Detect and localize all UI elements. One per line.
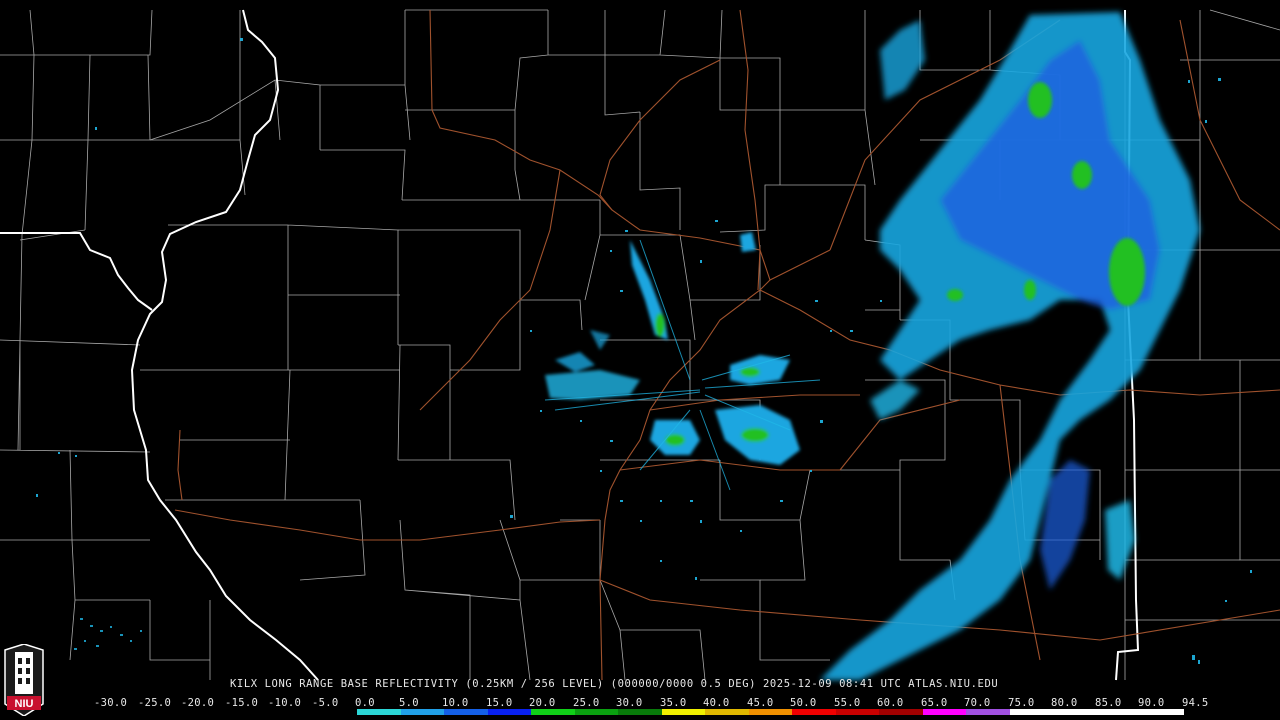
- scale-label: 30.0: [616, 697, 643, 709]
- scale-label: 70.0: [964, 697, 991, 709]
- scale-label: 0.0: [355, 697, 375, 709]
- scale-label: 90.0: [1138, 697, 1165, 709]
- scale-label: 10.0: [442, 697, 469, 709]
- scale-label: -20.0: [181, 697, 215, 709]
- scale-label: 85.0: [1095, 697, 1122, 709]
- colorbar-segment: [400, 709, 445, 715]
- scale-labels: -30.0 -25.0 -20.0 -15.0 -10.0 -5.0 0.0 5.0 10.0 1…: [94, 697, 1208, 709]
- scale-label: 15.0: [486, 697, 513, 709]
- colorbar-segment: [226, 709, 271, 715]
- scale-label: -10.0: [268, 697, 302, 709]
- colorbar-segment: [574, 709, 619, 715]
- colorbar-segment: [705, 709, 749, 715]
- scale-label: 40.0: [703, 697, 730, 709]
- scale-label: 25.0: [573, 697, 600, 709]
- scale-label: 20.0: [529, 697, 556, 709]
- logo-text: NIU: [15, 698, 34, 710]
- colorbar-segment: [444, 709, 488, 715]
- scale-label: 80.0: [1051, 697, 1078, 709]
- colorbar-segment: [661, 709, 706, 715]
- scale-label: -15.0: [225, 697, 259, 709]
- scale-label: 60.0: [877, 697, 904, 709]
- colorbar-segment: [357, 709, 401, 715]
- radar-map: [0, 9, 1280, 681]
- scale-label: -5.0: [312, 697, 339, 709]
- scale-label: 55.0: [834, 697, 861, 709]
- colorbar-segment: [487, 709, 532, 715]
- colorbar-segment: [270, 709, 314, 715]
- colorbar-segment: [879, 709, 923, 715]
- radar-caption: KILX LONG RANGE BASE REFLECTIVITY (0.25K…: [230, 678, 999, 690]
- radar-echoes: [36, 12, 1252, 680]
- scale-label: 45.0: [747, 697, 774, 709]
- scale-label: 5.0: [399, 697, 419, 709]
- colorbar-segment: [1053, 709, 1097, 715]
- logo-tower: [15, 652, 33, 694]
- scale-label: 75.0: [1008, 697, 1035, 709]
- colorbar-segment: [1009, 709, 1054, 715]
- reflectivity-colorbar: [96, 709, 1184, 715]
- colorbar-segment: [1096, 709, 1141, 715]
- scale-label: 94.5: [1182, 697, 1209, 709]
- colorbar-segment: [618, 709, 662, 715]
- scale-label: -25.0: [138, 697, 172, 709]
- colorbar-segment: [922, 709, 967, 715]
- scale-label: 35.0: [660, 697, 687, 709]
- colorbar-segment: [183, 709, 227, 715]
- colorbar-segment: [1140, 709, 1184, 715]
- colorbar-segment: [96, 709, 140, 715]
- scale-label: -30.0: [94, 697, 128, 709]
- scale-label: 65.0: [921, 697, 948, 709]
- scale-label: 50.0: [790, 697, 817, 709]
- colorbar-segment: [313, 709, 358, 715]
- colorbar-segment: [531, 709, 575, 715]
- niu-logo: NIU: [4, 644, 44, 716]
- colorbar-segment: [139, 709, 184, 715]
- colorbar-segment: [792, 709, 836, 715]
- colorbar-segment: [835, 709, 880, 715]
- colorbar-segment: [748, 709, 793, 715]
- colorbar-segment: [966, 709, 1010, 715]
